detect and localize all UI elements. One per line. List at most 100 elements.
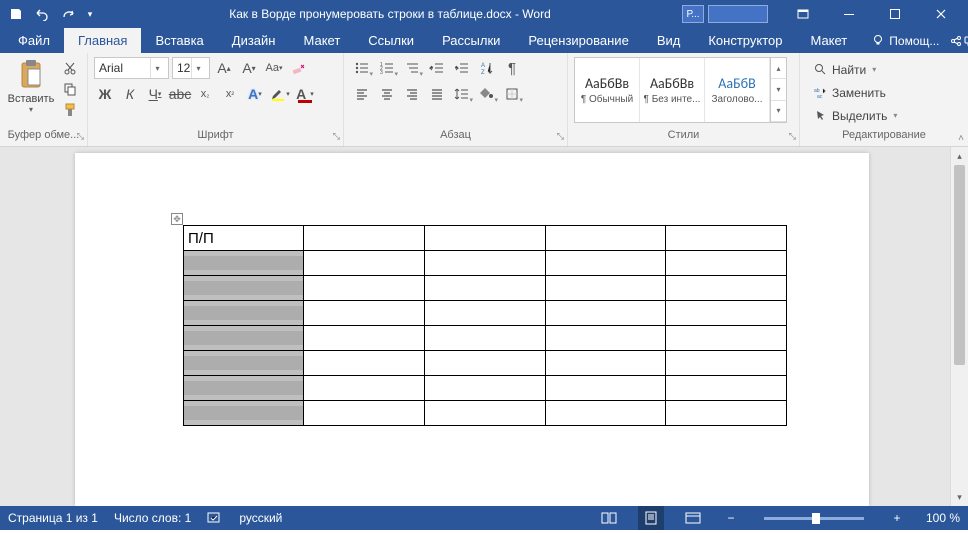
scroll-down-button[interactable]: ▾: [951, 488, 968, 506]
shading-button[interactable]: ▾: [475, 83, 499, 105]
style-heading1[interactable]: АаБбВЗаголово...: [705, 58, 770, 122]
table-cell[interactable]: [666, 226, 787, 251]
zoom-out-button[interactable]: −: [722, 511, 740, 525]
status-language[interactable]: русский: [239, 511, 282, 525]
status-spellcheck[interactable]: [207, 511, 223, 525]
bullets-button[interactable]: ▾: [350, 57, 374, 79]
table-cell-selected[interactable]: [184, 301, 304, 326]
select-button[interactable]: Выделить▾: [808, 105, 901, 126]
user-name-box[interactable]: [708, 5, 768, 23]
table-cell-selected[interactable]: [184, 326, 304, 351]
tab-layout[interactable]: Макет: [289, 28, 354, 53]
font-color-button[interactable]: A▾: [294, 83, 316, 105]
font-name-combo[interactable]: Arial▾: [94, 57, 169, 79]
tab-table-layout[interactable]: Макет: [796, 28, 861, 53]
dialog-launcher-icon[interactable]: ⤡: [333, 131, 340, 142]
italic-button[interactable]: К: [119, 83, 141, 105]
document-table[interactable]: П/П: [183, 225, 787, 426]
tab-table-design[interactable]: Конструктор: [694, 28, 796, 53]
save-button[interactable]: [4, 2, 28, 26]
increase-indent-button[interactable]: [450, 57, 474, 79]
align-center-button[interactable]: [375, 83, 399, 105]
cut-button[interactable]: [60, 59, 80, 77]
table-cell-selected[interactable]: [184, 401, 304, 426]
format-painter-button[interactable]: [60, 101, 80, 119]
undo-button[interactable]: [30, 2, 54, 26]
multilevel-list-button[interactable]: ▾: [400, 57, 424, 79]
tab-mailings[interactable]: Рассылки: [428, 28, 514, 53]
strikethrough-button[interactable]: abc: [169, 83, 191, 105]
line-spacing-button[interactable]: ▾: [450, 83, 474, 105]
highlight-button[interactable]: ▾: [269, 83, 291, 105]
zoom-thumb[interactable]: [812, 513, 820, 524]
show-marks-button[interactable]: ¶: [500, 57, 524, 79]
close-button[interactable]: [918, 0, 964, 28]
tab-references[interactable]: Ссылки: [354, 28, 428, 53]
table-cell[interactable]: П/П: [184, 226, 304, 251]
tab-review[interactable]: Рецензирование: [514, 28, 642, 53]
document-scroll[interactable]: ✥ П/П: [0, 147, 950, 506]
table-cell[interactable]: [304, 226, 425, 251]
collapse-ribbon-button[interactable]: ˄: [958, 133, 964, 144]
zoom-level[interactable]: 100 %: [926, 511, 960, 525]
table-move-handle[interactable]: ✥: [171, 213, 183, 225]
text-effects-button[interactable]: A▾: [244, 83, 266, 105]
view-web-layout[interactable]: [680, 506, 706, 530]
sort-button[interactable]: AZ: [475, 57, 499, 79]
subscript-button[interactable]: x₂: [194, 83, 216, 105]
comments-button[interactable]: [963, 28, 968, 53]
underline-button[interactable]: Ч▾: [144, 83, 166, 105]
status-word-count[interactable]: Число слов: 1: [114, 511, 191, 525]
tab-home[interactable]: Главная: [64, 28, 141, 53]
share-button[interactable]: [949, 28, 963, 53]
find-button[interactable]: Найти▾: [808, 59, 901, 80]
superscript-button[interactable]: x²: [219, 83, 241, 105]
dialog-launcher-icon[interactable]: ⤡: [77, 131, 84, 142]
maximize-button[interactable]: [872, 0, 918, 28]
grow-font-button[interactable]: A▴: [213, 57, 235, 79]
zoom-in-button[interactable]: +: [888, 511, 906, 525]
decrease-indent-button[interactable]: [425, 57, 449, 79]
table-cell[interactable]: [424, 226, 545, 251]
align-right-button[interactable]: [400, 83, 424, 105]
view-print-layout[interactable]: [638, 506, 664, 530]
minimize-button[interactable]: [826, 0, 872, 28]
tell-me[interactable]: Помощ...: [861, 28, 949, 53]
user-badge[interactable]: Р...: [682, 5, 704, 23]
change-case-button[interactable]: Aa▾: [263, 57, 285, 79]
styles-more-button[interactable]: ▴▾▾: [770, 58, 786, 122]
scrollbar-thumb[interactable]: [954, 165, 965, 365]
dialog-launcher-icon[interactable]: ⤡: [789, 131, 796, 142]
tab-insert[interactable]: Вставка: [141, 28, 217, 53]
replace-button[interactable]: abacЗаменить: [808, 82, 901, 103]
style-normal[interactable]: АаБбВв¶ Обычный: [575, 58, 640, 122]
view-read-mode[interactable]: [596, 506, 622, 530]
ribbon-options-button[interactable]: [780, 0, 826, 28]
tab-file[interactable]: Файл: [4, 28, 64, 53]
align-left-button[interactable]: [350, 83, 374, 105]
tab-view[interactable]: Вид: [643, 28, 695, 53]
justify-button[interactable]: [425, 83, 449, 105]
dialog-launcher-icon[interactable]: ⤡: [557, 131, 564, 142]
styles-gallery[interactable]: АаБбВв¶ Обычный АаБбВв¶ Без инте... АаБб…: [574, 57, 787, 123]
page[interactable]: ✥ П/П: [75, 153, 869, 506]
font-size-combo[interactable]: 12▾: [172, 57, 210, 79]
qat-customize-button[interactable]: ▾: [82, 2, 98, 26]
vertical-scrollbar[interactable]: ▴ ▾: [950, 147, 968, 506]
borders-button[interactable]: ▾: [500, 83, 524, 105]
bold-button[interactable]: Ж: [94, 83, 116, 105]
shrink-font-button[interactable]: A▾: [238, 57, 260, 79]
table-cell-selected[interactable]: [184, 376, 304, 401]
redo-button[interactable]: [56, 2, 80, 26]
clear-formatting-button[interactable]: [288, 57, 310, 79]
table-cell-selected[interactable]: [184, 251, 304, 276]
table-cell-selected[interactable]: [184, 351, 304, 376]
numbering-button[interactable]: 123▾: [375, 57, 399, 79]
style-no-spacing[interactable]: АаБбВв¶ Без инте...: [640, 58, 705, 122]
table-cell-selected[interactable]: [184, 276, 304, 301]
tab-design[interactable]: Дизайн: [218, 28, 290, 53]
zoom-slider[interactable]: [764, 517, 864, 520]
table-cell[interactable]: [545, 226, 666, 251]
scroll-up-button[interactable]: ▴: [951, 147, 968, 165]
copy-button[interactable]: [60, 80, 80, 98]
